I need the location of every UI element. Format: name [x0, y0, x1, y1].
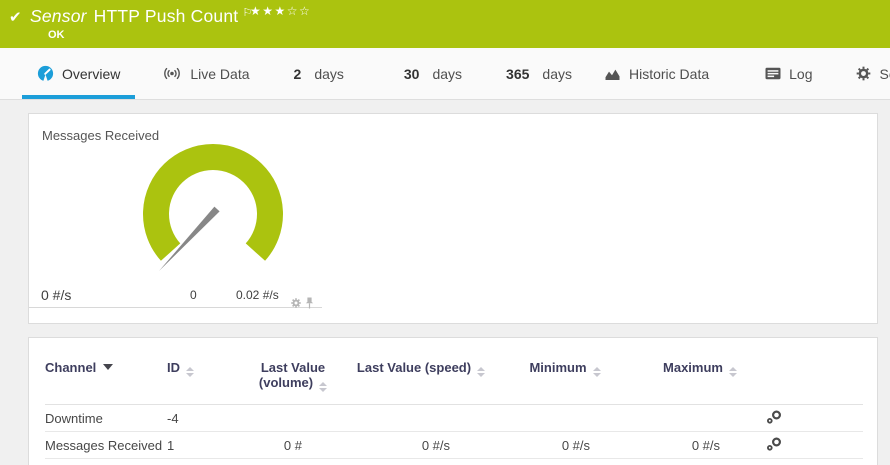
sort-icon	[728, 367, 737, 377]
live-data-icon	[162, 66, 182, 81]
edit-channel-gears-icon[interactable]	[765, 409, 784, 428]
overview-panel: Messages Received 0 #/s 0 0.02 #/s	[28, 113, 878, 324]
tab-label: Live Data	[190, 65, 250, 82]
gear-icon	[856, 66, 871, 81]
gauge-chart	[143, 144, 283, 271]
cell-last-value-volume: 0 #	[239, 431, 347, 459]
tab-bar: Overview Live Data 2 days 30 days 365 da…	[0, 48, 890, 100]
tab-settings[interactable]: Settings	[841, 48, 890, 99]
channels-table: Channel ID Last Value (volume) Last Valu…	[45, 338, 863, 459]
edit-channel-gears-icon[interactable]	[765, 436, 784, 455]
cell-actions	[765, 404, 805, 432]
cell-maximum: 0 #/s	[635, 431, 765, 459]
tab-label: Overview	[62, 65, 121, 82]
cell-last-value-speed: 0 #/s	[347, 431, 495, 459]
col-header-label: Channel	[45, 360, 97, 375]
tab-label: Historic Data	[628, 65, 710, 82]
tab-30-days[interactable]: 30 days	[389, 48, 477, 99]
cell-channel[interactable]: Downtime	[45, 404, 167, 432]
cell-minimum	[495, 404, 635, 432]
tab-label: Settings	[879, 65, 890, 82]
table-row: Downtime -4	[45, 404, 863, 432]
col-header-last-value-volume[interactable]: Last Value (volume)	[239, 338, 347, 405]
gauge-scale-max: 0.02 #/s	[236, 288, 279, 302]
sort-icon	[186, 367, 194, 377]
tab-log[interactable]: Log	[750, 48, 827, 99]
sort-icon	[319, 382, 328, 392]
tile-gear-icon[interactable]	[291, 298, 301, 308]
tab-historic-data[interactable]: Historic Data	[589, 48, 724, 99]
cell-channel[interactable]: Messages Received	[45, 431, 167, 459]
tab-number: 2	[293, 65, 302, 82]
col-header-spacer	[805, 338, 863, 405]
tab-overview[interactable]: Overview	[22, 48, 136, 99]
gauge-current-value: 0 #/s	[41, 287, 72, 303]
cell-maximum	[635, 404, 765, 432]
gauge-icon	[37, 65, 54, 82]
col-header-maximum[interactable]: Maximum	[635, 338, 765, 405]
tab-label: days	[542, 65, 572, 82]
cell-last-value-volume	[239, 404, 347, 432]
sort-icon	[592, 367, 601, 377]
gauge-arc	[143, 144, 283, 261]
tab-365-days[interactable]: 365 days	[491, 48, 587, 99]
sensor-kind-label: Sensor	[30, 6, 87, 26]
historic-chart-icon	[604, 67, 621, 81]
table-header-row: Channel ID Last Value (volume) Last Valu…	[45, 338, 863, 405]
sensor-name: HTTP Push Count	[93, 6, 239, 26]
col-header-label: Minimum	[529, 360, 587, 375]
sensor-title: Sensor HTTP Push Count ⚐	[30, 6, 252, 27]
col-header-label: Last Value (speed)	[356, 360, 472, 375]
table-row: Messages Received 1 0 # 0 #/s 0 #/s 0 #/…	[45, 431, 863, 459]
cell-id: 1	[167, 431, 239, 459]
sensor-header: ✔ Sensor HTTP Push Count ⚐ ★★★☆☆ OK	[0, 0, 890, 48]
cell-minimum: 0 #/s	[495, 431, 635, 459]
sort-icon	[477, 367, 486, 377]
tab-2-days[interactable]: 2 days	[279, 48, 359, 99]
tab-label: Log	[789, 65, 813, 82]
cell-spacer	[805, 404, 863, 432]
tab-label: days	[432, 65, 463, 82]
col-header-actions	[765, 338, 805, 405]
gauge-scale-min: 0	[190, 288, 197, 302]
gauge-tile: Messages Received 0 #/s 0 0.02 #/s	[29, 114, 322, 309]
cell-last-value-speed	[347, 404, 495, 432]
tab-label: days	[314, 65, 344, 82]
cell-actions	[765, 431, 805, 459]
col-header-channel[interactable]: Channel	[45, 338, 167, 405]
col-header-label: ID	[167, 360, 180, 375]
col-header-label: Last Value (volume)	[258, 360, 326, 390]
cell-id: -4	[167, 404, 239, 432]
col-header-id[interactable]: ID	[167, 338, 239, 405]
tab-live-data[interactable]: Live Data	[147, 48, 264, 99]
gauge-channel-title: Messages Received	[42, 128, 160, 143]
status-ok-check-icon: ✔	[9, 8, 22, 26]
tile-pin-icon[interactable]	[305, 297, 314, 309]
channels-panel: Channel ID Last Value (volume) Last Valu…	[28, 337, 878, 465]
col-header-last-value-speed[interactable]: Last Value (speed)	[347, 338, 495, 405]
tab-number: 30	[403, 65, 420, 82]
priority-stars[interactable]: ★★★☆☆	[250, 4, 311, 18]
col-header-minimum[interactable]: Minimum	[495, 338, 635, 405]
tab-number: 365	[506, 65, 530, 82]
log-list-icon	[765, 67, 781, 80]
sensor-status-badge: OK	[48, 29, 65, 41]
col-header-label: Maximum	[663, 360, 723, 375]
cell-spacer	[805, 431, 863, 459]
sort-desc-icon	[103, 364, 114, 370]
gauge-tile-tools	[291, 297, 314, 309]
